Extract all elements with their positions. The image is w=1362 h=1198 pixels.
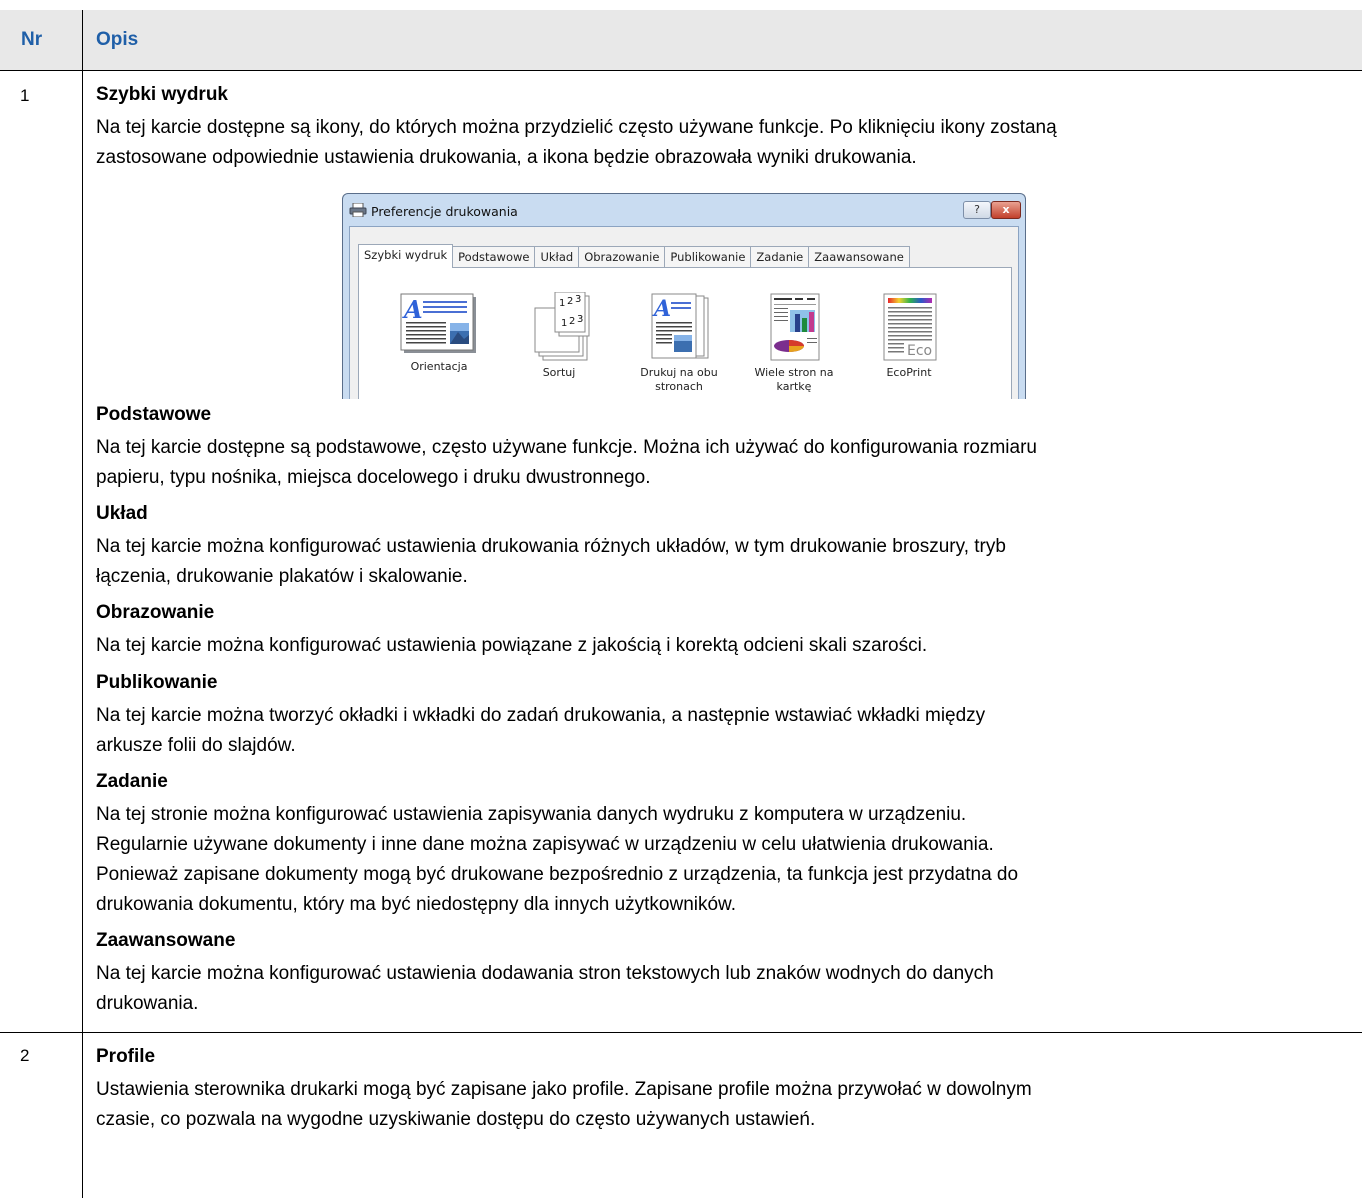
- section-title-zadanie: Zadanie: [96, 771, 168, 792]
- ecoprint-icon: Eco: [883, 293, 937, 361]
- row-number-1: 1: [20, 86, 30, 105]
- quick-item-sortuj[interactable]: 1 2 3 1 2 3 Sortuj: [504, 292, 614, 380]
- header-opis: Opis: [96, 29, 139, 50]
- section-text-szybki-wydruk: Na tej karcie dostępne są ikony, do któr…: [96, 113, 1360, 173]
- printer-icon: [349, 203, 367, 217]
- quick-item-label: Sortuj: [542, 366, 576, 379]
- quick-item-label: Drukuj na obu stronach: [640, 366, 718, 393]
- quick-item-multi-page[interactable]: Wiele stron na kartkę: [739, 292, 849, 394]
- dialog-title: Preferencje drukowania: [371, 204, 518, 219]
- section-title-publikowanie: Publikowanie: [96, 672, 218, 693]
- section-text-uklad: Na tej karcie można konfigurować ustawie…: [96, 536, 1006, 587]
- letter-a-glyph: A: [652, 296, 671, 322]
- tab-podstawowe[interactable]: Podstawowe: [453, 246, 536, 268]
- section-title-podstawowe: Podstawowe: [96, 404, 212, 425]
- text-line: Na tej karcie dostępne są ikony, do któr…: [96, 117, 1057, 138]
- section-text-profile: Ustawienia sterownika drukarki mogą być …: [96, 1079, 1032, 1130]
- section-title-obrazowanie: Obrazowanie: [96, 602, 215, 623]
- text-line: zastosowane odpowiednie ustawienia druko…: [96, 147, 917, 168]
- section-title-uklad: Układ: [96, 503, 148, 524]
- section-text-podstawowe: Na tej karcie dostępne są podstawowe, cz…: [96, 437, 1037, 488]
- row-number-2: 2: [20, 1046, 30, 1065]
- close-button[interactable]: x: [991, 201, 1021, 219]
- section-text-obrazowanie: Na tej karcie można konfigurować ustawie…: [96, 635, 928, 656]
- header-bottom-rule: [0, 70, 1362, 71]
- tab-strip: Szybki wydruk Podstawowe Układ Obrazowan…: [358, 244, 910, 268]
- document-page: Nr Opis 1 Szybki wydruk Na tej karcie do…: [0, 0, 1362, 1198]
- row-divider: [0, 1032, 1362, 1033]
- dialog-body: Szybki wydruk Podstawowe Układ Obrazowan…: [349, 226, 1019, 399]
- quick-print-panel: A Orientacja 1 2 3 1 2 3 Sortuj A Drukuj…: [358, 267, 1012, 399]
- collate-number: 3: [577, 314, 583, 325]
- collate-number: 3: [575, 294, 581, 305]
- collate-number: 1: [561, 318, 567, 329]
- quick-item-duplex[interactable]: A Drukuj na obu stronach: [624, 292, 734, 394]
- quick-item-label: Wiele stron na kartkę: [754, 366, 834, 393]
- collate-icon: 1 2 3 1 2 3: [534, 292, 590, 361]
- header-nr: Nr: [21, 29, 43, 50]
- tab-obrazowanie[interactable]: Obrazowanie: [579, 246, 666, 268]
- quick-item-label: Orientacja: [410, 360, 468, 373]
- collate-number: 2: [567, 296, 573, 307]
- eco-label: Eco: [907, 343, 932, 359]
- help-button[interactable]: ?: [963, 201, 991, 219]
- duplex-icon: A: [651, 293, 709, 359]
- section-text-zadanie: Na tej stronie można konfigurować ustawi…: [96, 804, 1019, 915]
- section-title-zaawansowane: Zaawansowane: [96, 930, 236, 951]
- quick-item-label: EcoPrint: [886, 366, 932, 379]
- tab-zaawansowane[interactable]: Zaawansowane: [809, 246, 910, 268]
- quick-item-orientacja[interactable]: A Orientacja: [384, 292, 494, 374]
- tab-publikowanie[interactable]: Publikowanie: [665, 246, 752, 268]
- section-text-publikowanie: Na tej karcie można tworzyć okładki i wk…: [96, 705, 986, 756]
- letter-a-glyph: A: [402, 295, 423, 324]
- orientation-icon: A: [400, 293, 476, 353]
- section-title-szybki-wydruk: Szybki wydruk: [96, 84, 228, 105]
- section-text-zaawansowane: Na tej karcie można konfigurować ustawie…: [96, 963, 994, 1014]
- collate-number: 2: [569, 316, 575, 327]
- table-header: Nr Opis: [0, 10, 1362, 70]
- tab-uklad[interactable]: Układ: [535, 246, 580, 268]
- quick-item-ecoprint[interactable]: Eco EcoPrint: [854, 292, 964, 380]
- collate-number: 1: [559, 298, 565, 309]
- multi-page-icon: [770, 293, 820, 361]
- column-divider: [82, 10, 83, 1198]
- print-preferences-dialog: Preferencje drukowania ? x Szybki wydruk…: [342, 193, 1026, 399]
- tab-szybki-wydruk[interactable]: Szybki wydruk: [358, 244, 454, 268]
- section-title-profile: Profile: [96, 1046, 156, 1067]
- tab-zadanie[interactable]: Zadanie: [751, 246, 810, 268]
